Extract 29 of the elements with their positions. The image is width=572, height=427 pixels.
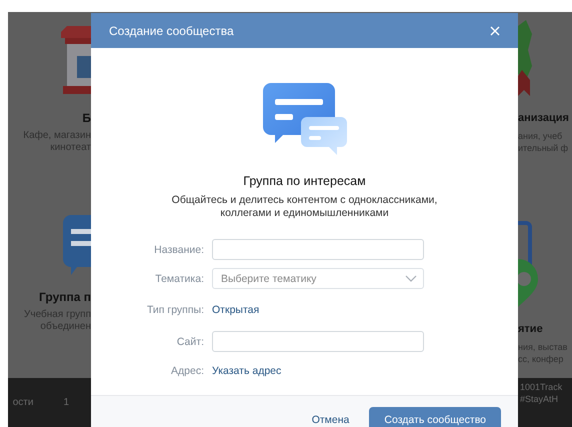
cancel-button[interactable]: Отмена [310,407,352,427]
topic-dropdown[interactable]: Выберите тематику [212,268,424,289]
card-title: ятие [518,322,543,337]
chat-icon [63,215,91,275]
bar-text: #StayAtH [520,394,558,404]
dialog-title: Создание сообщества [109,24,234,38]
description-text: коллегами и единомышленниками [220,207,389,220]
group-type-heading: Группа по интересам [243,174,366,188]
chevron-down-icon [405,275,417,282]
card-title: Группа п [39,289,91,305]
description-text: Общайтесь и делитесь контентом с одноклассниками, [172,194,438,207]
text-field[interactable] [212,331,424,352]
card-title: Б [82,110,91,126]
field-label: Сайт: [176,336,205,348]
bar-text: ости [12,397,34,408]
create-button[interactable]: Создать сообщество [369,407,501,427]
field-label: Тип группы: [146,304,205,316]
text-field[interactable] [212,239,424,260]
field-label: Тематика: [154,272,205,284]
field-label: Название: [153,244,205,256]
close-icon[interactable] [490,26,500,36]
bar-text: 1 [63,397,69,408]
bar-text: 1001Track [520,382,562,392]
field-label: Адрес: [170,364,205,376]
field-link[interactable]: Указать адрес [212,364,282,376]
field-link[interactable]: Открытая [212,304,260,316]
badge-icon [518,20,534,96]
card-title: анизация [518,111,569,126]
chat-bubbles-icon [262,83,346,157]
